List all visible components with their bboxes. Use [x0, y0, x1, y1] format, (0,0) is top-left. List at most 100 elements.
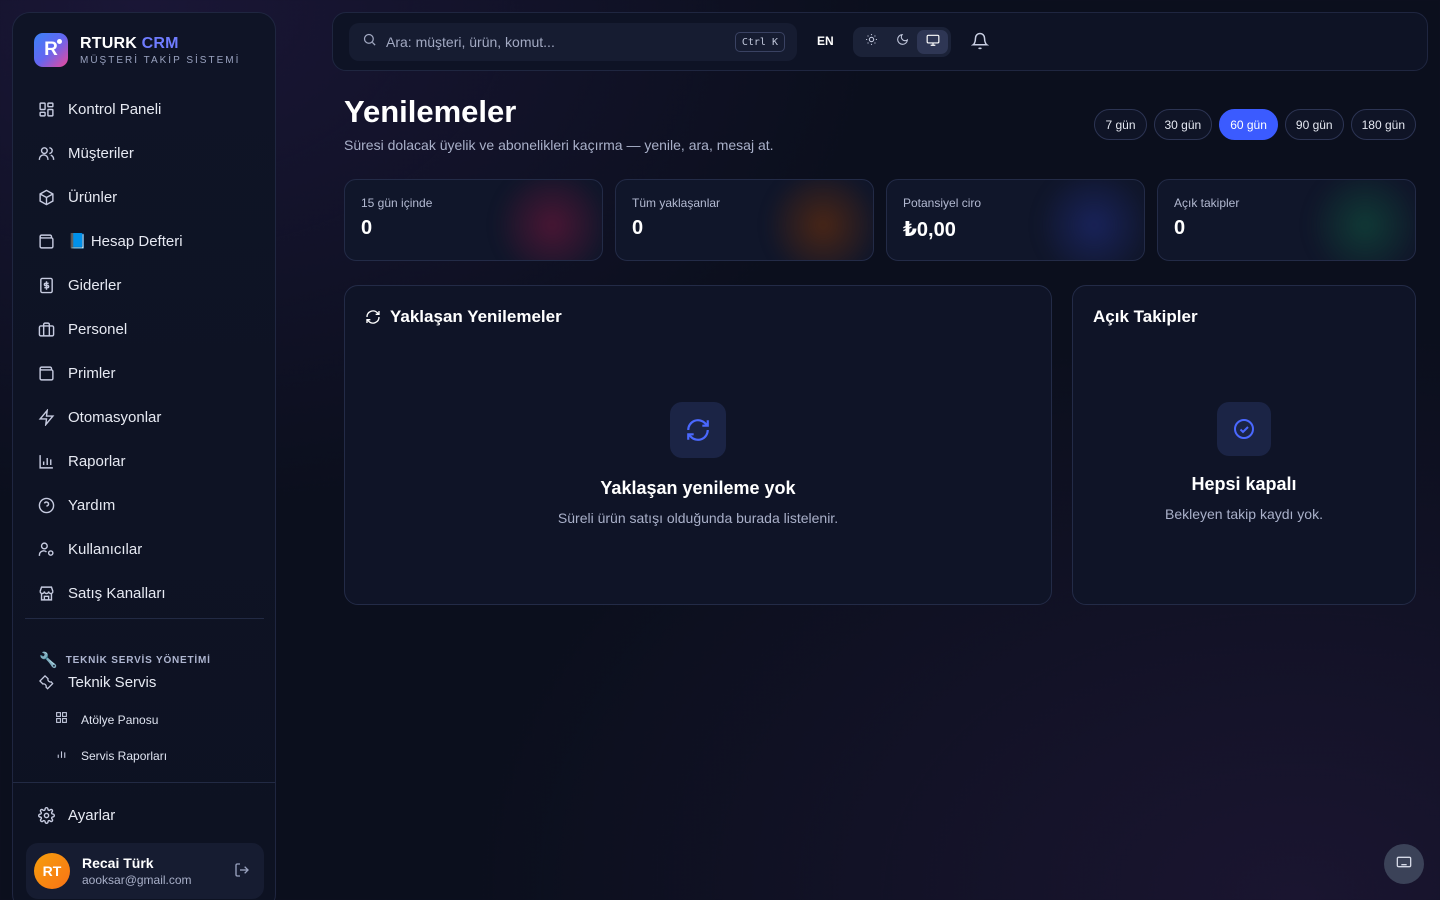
zap-icon — [37, 408, 55, 426]
receipt-icon — [37, 276, 55, 294]
store-icon — [37, 584, 55, 602]
wallet-icon — [37, 232, 55, 250]
theme-dark-button[interactable] — [887, 30, 918, 54]
sidebar-subitem-servis-raporlari[interactable]: Servis Raporları — [55, 741, 167, 771]
user-cog-icon — [37, 540, 55, 558]
open-followups-panel: Açık Takipler Hepsi kapalı Bekleyen taki… — [1072, 285, 1416, 605]
sidebar-subitem-atolye-panosu[interactable]: Atölye Panosu — [55, 705, 158, 735]
sidebar-item-satis-kanallari[interactable]: Satış Kanalları — [25, 571, 265, 615]
stat-label: 15 gün içinde — [361, 196, 433, 210]
range-30-button[interactable]: 30 gün — [1153, 109, 1213, 140]
search-placeholder: Ara: müşteri, ürün, komut... — [386, 34, 555, 50]
sidebar-item-primler[interactable]: Primler — [25, 351, 265, 395]
sidebar-item-kullanicilar[interactable]: Kullanıcılar — [25, 527, 265, 571]
brand-logo: R — [34, 33, 68, 67]
stat-card-potential-revenue: Potansiyel ciro ₺0,00 — [886, 179, 1145, 261]
sidebar-item-label: Raporlar — [68, 452, 126, 470]
gear-icon — [37, 806, 55, 824]
stat-value: 0 — [632, 217, 644, 239]
sidebar-item-urunler[interactable]: Ürünler — [25, 175, 265, 219]
sidebar-item-label: Otomasyonlar — [68, 408, 162, 426]
stat-value: 0 — [361, 217, 373, 239]
keyboard-icon — [1396, 854, 1412, 875]
panel-title: Açık Takipler — [1093, 307, 1198, 326]
sidebar-item-label: Personel — [68, 320, 128, 338]
user-email: aooksar@gmail.com — [82, 873, 192, 887]
theme-system-button[interactable] — [917, 30, 949, 54]
user-name: Recai Türk — [82, 855, 154, 871]
search-input[interactable]: Ara: müşteri, ürün, komut... Ctrl K — [349, 23, 797, 61]
briefcase-icon — [37, 320, 55, 338]
box-icon — [37, 188, 55, 206]
grid-icon — [55, 711, 68, 729]
sidebar-item-ayarlar[interactable]: Ayarlar — [25, 793, 265, 837]
sidebar-item-hesap-defteri[interactable]: 📘 Hesap Defteri — [25, 219, 265, 263]
users-icon — [37, 144, 55, 162]
bar-chart-icon — [37, 452, 55, 470]
stat-card-15-days: 15 gün içinde 0 — [344, 179, 603, 261]
dashboard-icon — [37, 100, 55, 118]
moon-icon — [896, 33, 909, 51]
monitor-icon — [926, 33, 940, 52]
sidebar-item-otomasyonlar[interactable]: Otomasyonlar — [25, 395, 265, 439]
sun-icon — [865, 33, 878, 51]
sidebar-item-musteriler[interactable]: Müşteriler — [25, 131, 265, 175]
user-card[interactable]: RT Recai Türk aooksar@gmail.com — [26, 843, 264, 899]
stat-label: Potansiyel ciro — [903, 196, 982, 210]
stat-label: Açık takipler — [1174, 196, 1240, 210]
empty-state: Hepsi kapalı Bekleyen takip kaydı yok. — [1073, 402, 1415, 522]
range-180-button[interactable]: 180 gün — [1350, 109, 1416, 140]
bell-icon[interactable] — [970, 32, 990, 55]
sidebar-item-kontrol-paneli[interactable]: Kontrol Paneli — [25, 87, 265, 131]
logout-icon[interactable] — [234, 862, 250, 883]
empty-description: Süreli ürün satışı olduğunda burada list… — [557, 510, 839, 526]
empty-description: Bekleyen takip kaydı yok. — [1165, 506, 1323, 522]
refresh-icon — [365, 309, 381, 325]
language-toggle[interactable]: EN — [817, 34, 834, 48]
sidebar-item-teknik-servis[interactable]: Teknik Servis — [25, 660, 265, 704]
range-60-button[interactable]: 60 gün — [1219, 109, 1278, 140]
sidebar-divider — [13, 782, 275, 783]
wallet-icon — [37, 364, 55, 382]
theme-light-button[interactable] — [856, 30, 887, 54]
theme-switcher — [853, 27, 951, 57]
sidebar-item-label: Teknik Servis — [68, 673, 157, 691]
empty-title: Yaklaşan yenileme yok — [600, 478, 796, 498]
stat-card-all-upcoming: Tüm yaklaşanlar 0 — [615, 179, 874, 261]
stat-label: Tüm yaklaşanlar — [632, 196, 721, 210]
range-90-button[interactable]: 90 gün — [1284, 109, 1344, 140]
sidebar-nav: Kontrol Paneli Müşteriler Ürünler 📘 Hesa… — [25, 87, 265, 615]
search-icon — [362, 32, 377, 52]
topbar: Ara: müşteri, ürün, komut... Ctrl K EN — [332, 12, 1428, 71]
sidebar-item-personel[interactable]: Personel — [25, 307, 265, 351]
sidebar-item-giderler[interactable]: Giderler — [25, 263, 265, 307]
sidebar-item-label: Ayarlar — [68, 806, 116, 824]
sidebar-item-raporlar[interactable]: Raporlar — [25, 439, 265, 483]
sidebar: R RTURK CRM MÜŞTERİ TAKİP SİSTEMİ Kontro… — [12, 12, 276, 900]
sidebar-item-yardim[interactable]: Yardım — [25, 483, 265, 527]
sidebar-item-label: Ürünler — [68, 188, 118, 206]
brand-subtitle: MÜŞTERİ TAKİP SİSTEMİ — [80, 54, 241, 66]
stat-card-open-followups: Açık takipler 0 — [1157, 179, 1416, 261]
empty-title: Hepsi kapalı — [1191, 474, 1297, 494]
upcoming-renewals-panel: Yaklaşan Yenilemeler Yaklaşan yenileme y… — [344, 285, 1052, 605]
sidebar-divider — [25, 618, 264, 619]
sidebar-item-label: Kullanıcılar — [68, 540, 143, 558]
range-7-button[interactable]: 7 gün — [1094, 109, 1147, 140]
shortcut-hint: Ctrl K — [734, 32, 785, 52]
brand-name: RTURK CRM — [80, 34, 179, 52]
keyboard-shortcuts-button[interactable] — [1384, 844, 1424, 884]
avatar: RT — [34, 853, 70, 889]
sidebar-item-label: Giderler — [68, 276, 122, 294]
bar-chart-icon — [55, 747, 68, 765]
help-icon — [37, 496, 55, 514]
stat-value: ₺0,00 — [903, 219, 956, 241]
sidebar-item-label: Kontrol Paneli — [68, 100, 162, 118]
panel-title: Yaklaşan Yenilemeler — [390, 307, 562, 326]
sidebar-item-label: Satış Kanalları — [68, 584, 166, 602]
page-title: Yenilemeler — [344, 94, 517, 129]
sidebar-item-label: Yardım — [68, 496, 116, 514]
empty-state: Yaklaşan yenileme yok Süreli ürün satışı… — [345, 402, 1051, 526]
sidebar-item-label: Primler — [68, 364, 116, 382]
brand[interactable]: R RTURK CRM MÜŞTERİ TAKİP SİSTEMİ — [34, 33, 240, 67]
